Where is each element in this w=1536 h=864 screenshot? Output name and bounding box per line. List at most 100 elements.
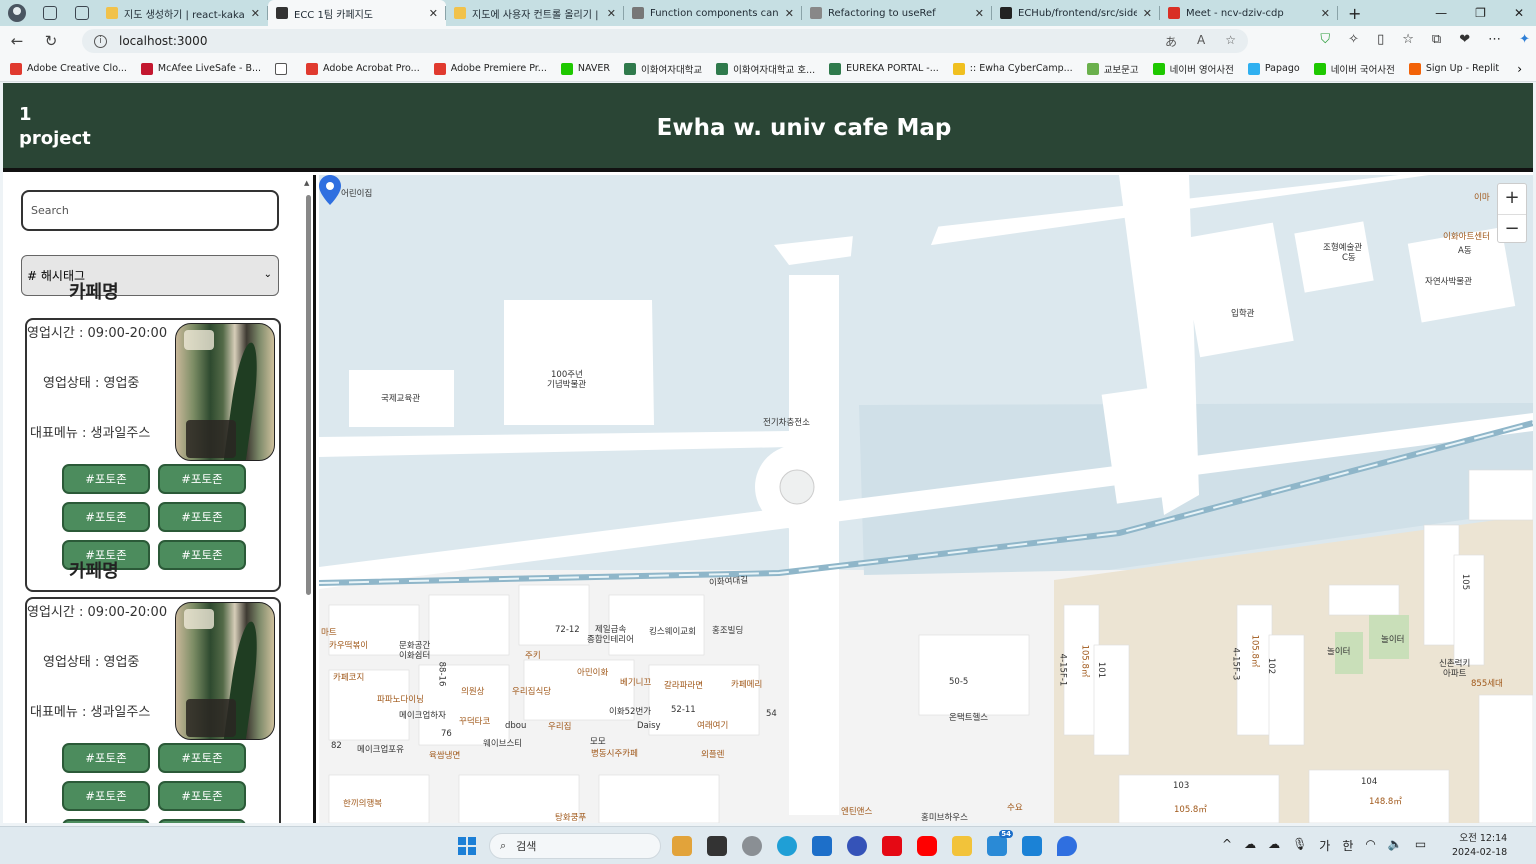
map-label[interactable]: 입학관: [1231, 307, 1254, 319]
map-label[interactable]: 여래여기: [697, 719, 728, 731]
map-label[interactable]: 킹스웨이교회: [649, 625, 696, 637]
maps-icon[interactable]: [1057, 836, 1077, 856]
search-input[interactable]: [21, 190, 279, 231]
tab-actions-icon[interactable]: [75, 6, 89, 20]
wifi-icon[interactable]: ◠: [1365, 837, 1375, 854]
map-label[interactable]: 76: [441, 729, 452, 739]
copilot-app-icon[interactable]: [847, 836, 867, 856]
map-label[interactable]: 놀이터: [1327, 645, 1350, 657]
map-label[interactable]: 이마: [1474, 191, 1490, 203]
location-pin-icon[interactable]: [319, 175, 341, 205]
map-label[interactable]: 148.8㎡: [1369, 795, 1402, 807]
map-label[interactable]: 아파트: [1443, 667, 1466, 679]
copilot-icon[interactable]: ✦: [1519, 32, 1530, 47]
site-info-icon[interactable]: i: [94, 34, 107, 48]
battery-icon[interactable]: ▭: [1415, 837, 1426, 854]
map-label[interactable]: 82: [331, 741, 342, 751]
file-explorer-icon[interactable]: [952, 836, 972, 856]
map-label[interactable]: 수요: [1007, 801, 1023, 813]
zoom-in-button[interactable]: +: [1498, 184, 1526, 214]
tab-close-icon[interactable]: ✕: [429, 7, 438, 20]
tab-close-icon[interactable]: ✕: [975, 7, 984, 20]
map-label[interactable]: 104: [1361, 777, 1377, 787]
map-label[interactable]: 102: [1266, 658, 1276, 674]
split-screen-icon[interactable]: ▯: [1377, 32, 1384, 47]
bookmark-item[interactable]: McAfee LiveSafe - B...: [140, 62, 261, 75]
browser-tab[interactable]: 지도에 사용자 컨트롤 올리기 | ✕: [446, 0, 624, 26]
map-label[interactable]: Daisy: [637, 721, 661, 731]
zoom-out-button[interactable]: −: [1498, 214, 1526, 244]
map-label[interactable]: 101: [1096, 662, 1106, 678]
map-label[interactable]: 52-11: [671, 705, 696, 715]
url-field[interactable]: i localhost:3000 あ A ☆: [82, 29, 1248, 53]
bookmark-item[interactable]: 교보문고: [1086, 62, 1139, 76]
map-label[interactable]: 105.8㎡: [1249, 635, 1261, 668]
hashtag-button[interactable]: #포토존: [62, 819, 150, 823]
immersive-reader-icon[interactable]: A: [1197, 33, 1205, 50]
hashtag-button[interactable]: #포토존: [158, 540, 246, 570]
browser-tab[interactable]: ECHub/frontend/src/sideBar/S ✕: [992, 0, 1160, 26]
map-label[interactable]: 탕화쿵푸: [555, 811, 586, 823]
map-label[interactable]: 메이크업하자: [399, 709, 446, 721]
tab-close-icon[interactable]: ✕: [1321, 7, 1330, 20]
bookmark-item[interactable]: 네이버 국어사전: [1313, 62, 1395, 76]
hashtag-button[interactable]: #포토존: [62, 464, 150, 494]
task-view-icon[interactable]: [707, 836, 727, 856]
map-label[interactable]: 아민이화: [577, 666, 608, 678]
volume-icon[interactable]: 🔈: [1388, 837, 1403, 854]
vscode-icon[interactable]: [1022, 836, 1042, 856]
map-label[interactable]: 이화52번가: [609, 705, 651, 717]
tab-close-icon[interactable]: ✕: [785, 7, 794, 20]
map-label[interactable]: 어린이집: [341, 187, 372, 199]
map-label[interactable]: 주키: [525, 649, 541, 661]
browser-tab[interactable]: ECC 1팀 카페지도 ✕: [268, 0, 446, 26]
bookmark-item[interactable]: Adobe Acrobat Pro...: [306, 62, 420, 75]
map-label[interactable]: 이화아트센터: [1443, 230, 1490, 242]
map-label[interactable]: 103: [1173, 781, 1189, 791]
bookmark-item[interactable]: 이화여자대학교 호...: [716, 62, 815, 76]
mic-icon[interactable]: 🎙: [1292, 837, 1307, 854]
back-button[interactable]: ←: [0, 32, 34, 50]
restore-button[interactable]: ❐: [1475, 6, 1486, 20]
tab-close-icon[interactable]: ✕: [607, 7, 616, 20]
profile-icon[interactable]: [8, 4, 26, 22]
hashtag-button[interactable]: #포토존: [158, 464, 246, 494]
map-label[interactable]: 꾸덕타코: [459, 715, 490, 727]
favorites-icon[interactable]: ☆: [1402, 32, 1414, 47]
map-label[interactable]: 105.8㎡: [1079, 645, 1091, 678]
map-label[interactable]: 855세대: [1471, 677, 1503, 689]
map-label[interactable]: 50-5: [949, 677, 968, 687]
reload-button[interactable]: ↻: [34, 32, 68, 50]
map-label[interactable]: 모모: [590, 735, 606, 747]
map-label[interactable]: 105.8㎡: [1174, 803, 1207, 815]
taskbar-search[interactable]: ⌕ 검색: [489, 833, 661, 859]
map-label[interactable]: 갈라파라면: [664, 679, 703, 691]
bookmark-item[interactable]: 이화여자대학교: [623, 62, 702, 76]
mail-icon[interactable]: [812, 836, 832, 856]
favorite-star-icon[interactable]: ☆: [1225, 33, 1236, 50]
widgets-icon[interactable]: [672, 836, 692, 856]
map-label[interactable]: 놀이터: [1381, 633, 1404, 645]
cafe-name[interactable]: 카페명: [69, 557, 119, 583]
map-label[interactable]: 파파노다이닝: [377, 693, 424, 705]
new-tab-button[interactable]: +: [1348, 4, 1361, 23]
onedrive-icon[interactable]: ☁: [1268, 837, 1280, 854]
collections-icon[interactable]: ⧉: [1432, 32, 1441, 47]
bookmark-item[interactable]: NAVER: [560, 62, 610, 75]
map-label[interactable]: 105: [1460, 574, 1470, 590]
hashtag-select[interactable]: # 해시태그 ⌄: [21, 255, 279, 296]
map-label[interactable]: 기념박물관: [547, 378, 586, 390]
hashtag-button[interactable]: #포토존: [62, 502, 150, 532]
more-menu-icon[interactable]: ⋯: [1488, 32, 1501, 47]
settings-icon[interactable]: [742, 836, 762, 856]
map-label[interactable]: 홍조빌딩: [712, 624, 743, 636]
workspaces-icon[interactable]: [43, 6, 57, 20]
close-window-button[interactable]: ✕: [1514, 6, 1524, 20]
bookmark-item[interactable]: :: Ewha CyberCamp...: [952, 62, 1073, 75]
youtube-icon[interactable]: [917, 836, 937, 856]
map-label[interactable]: 54: [766, 709, 777, 719]
browser-tab[interactable]: Function components cannot ✕: [624, 0, 802, 26]
bookmark-item[interactable]: Sign Up - Replit: [1408, 62, 1499, 75]
performance-icon[interactable]: ❤: [1459, 32, 1470, 47]
browser-tab[interactable]: 지도 생성하기 | react-kakao-m ✕: [98, 0, 268, 26]
